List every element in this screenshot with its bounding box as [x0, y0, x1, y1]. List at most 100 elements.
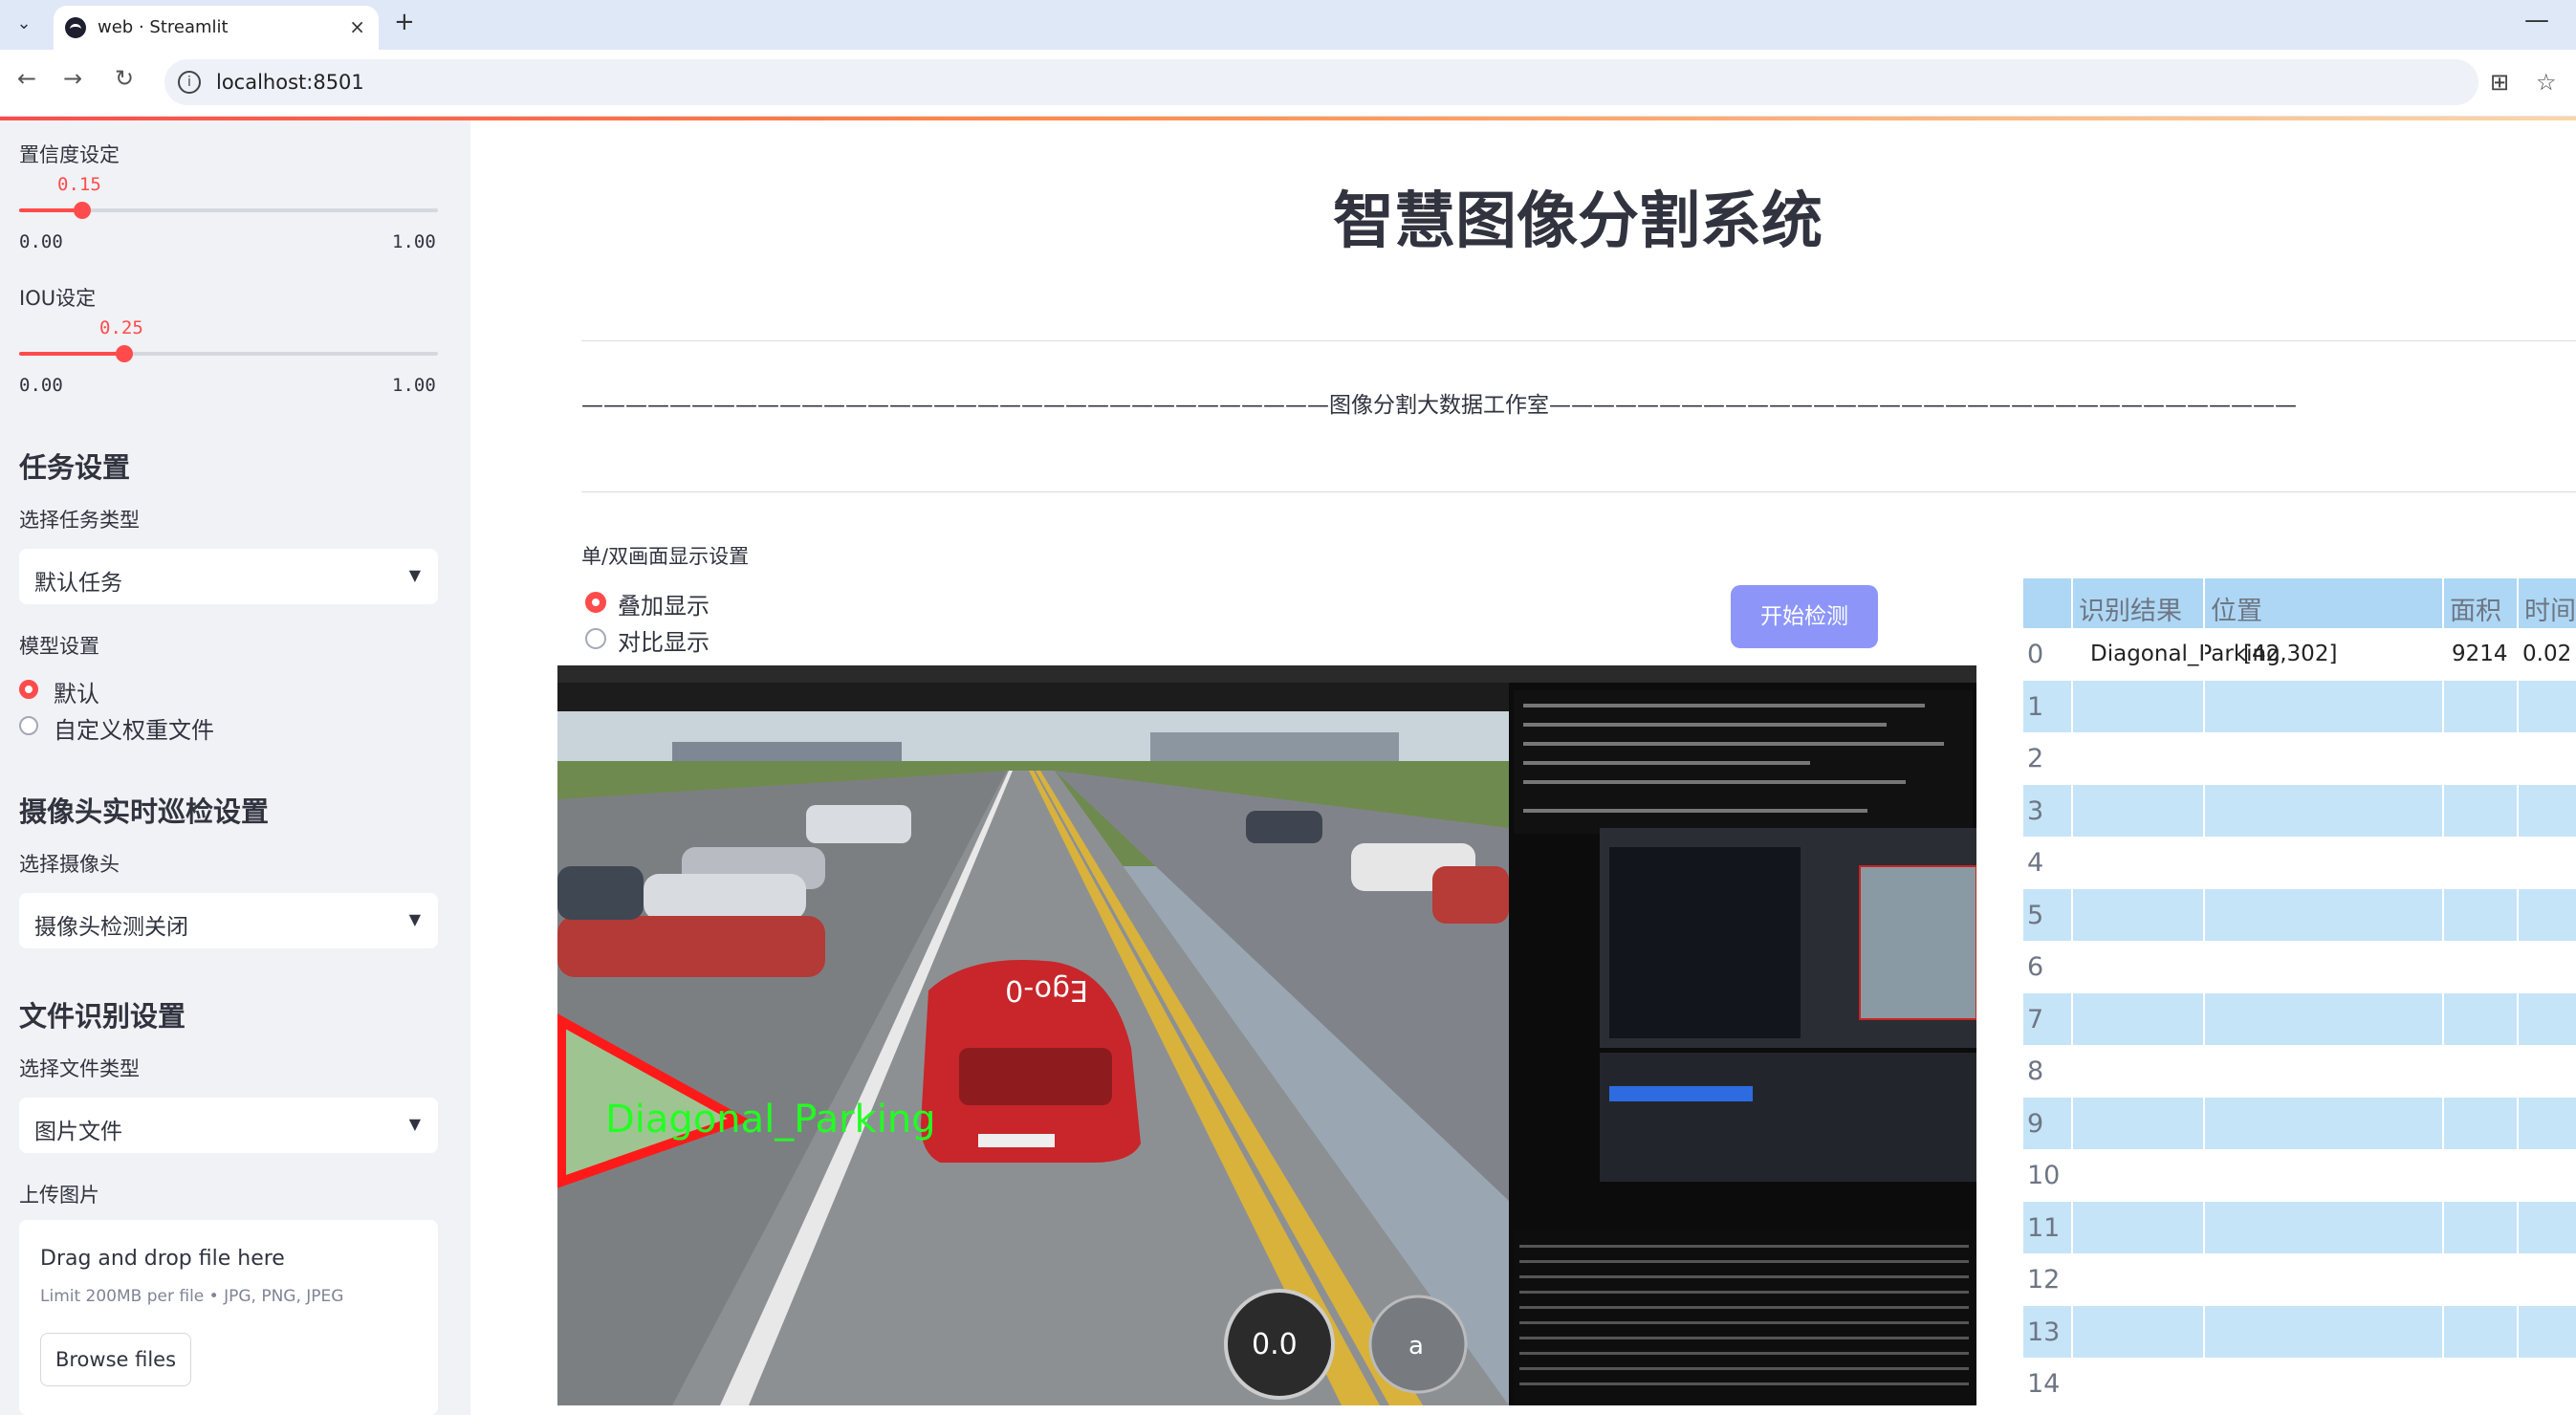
table-row[interactable]: 2 — [2023, 732, 2576, 785]
bookmark-star-icon[interactable]: ☆ — [2536, 69, 2557, 96]
iou-value: 0.25 — [99, 317, 143, 338]
radio-unselected-icon — [585, 628, 606, 649]
table-row[interactable]: 4 — [2023, 837, 2576, 889]
captured-titlebar — [557, 665, 1976, 683]
row-index: 10 — [2027, 1161, 2061, 1190]
iou-min: 0.00 — [19, 375, 63, 396]
column-divider — [2517, 578, 2519, 1410]
row-index: 6 — [2027, 952, 2044, 982]
task-type-select[interactable]: 默认任务 ▼ — [19, 549, 438, 604]
file-type-label: 选择文件类型 — [19, 1057, 140, 1080]
column-divider — [2442, 578, 2444, 1410]
ego-car-rear-window — [959, 1048, 1112, 1105]
display-mode-label: 单/双画面显示设置 — [581, 545, 750, 568]
page-title: 智慧图像分割系统 — [1333, 186, 1823, 257]
ego-car-plate — [978, 1134, 1055, 1147]
minimize-window-button[interactable]: — — [2524, 6, 2549, 34]
terminal-log — [1514, 1230, 1976, 1405]
mini-window-pane — [1609, 847, 1801, 1038]
model-option-label: 默认 — [54, 681, 99, 708]
row-index: 11 — [2027, 1212, 2061, 1243]
row-index: 3 — [2027, 795, 2044, 826]
task-type-value: 默认任务 — [34, 571, 122, 596]
upload-limit-text: Limit 200MB per file • JPG, PNG, JPEG — [40, 1287, 344, 1306]
table-row[interactable]: 14 — [2023, 1358, 2576, 1410]
controls-highlight — [1609, 1086, 1753, 1101]
tab-search-chevron-icon[interactable]: ⌄ — [10, 8, 38, 40]
iou-max: 1.00 — [392, 375, 436, 396]
back-arrow-icon[interactable]: ← — [17, 65, 36, 92]
row-index: 7 — [2027, 1004, 2044, 1034]
task-settings-header: 任务设置 — [19, 451, 131, 484]
table-row[interactable]: 0 Diagonal_Parking [42,302] 9214 0.02 — [2023, 628, 2576, 681]
start-detection-button[interactable]: 开始检测 — [1731, 585, 1878, 648]
url-input[interactable]: i localhost:8501 — [164, 59, 2478, 105]
detection-result-image: Ego-0 Diagonal_Parking 0.0 a — [557, 665, 1976, 1405]
column-header-time[interactable]: 时间 — [2524, 590, 2576, 627]
browser-tab-bar: ⌄ web · Streamlit × + — — [0, 0, 2576, 50]
distant-building — [1150, 732, 1399, 761]
table-row[interactable]: 3 — [2023, 784, 2576, 837]
site-info-icon[interactable]: i — [178, 71, 201, 94]
parked-car — [557, 916, 825, 977]
mini-preview — [1859, 865, 1976, 1020]
table-row[interactable]: 11 — [2023, 1201, 2576, 1253]
file-uploader-dropzone[interactable]: Drag and drop file here Limit 200MB per … — [19, 1220, 438, 1415]
chevron-down-icon: ▼ — [408, 1115, 421, 1133]
distant-building — [672, 742, 902, 763]
row-index: 9 — [2027, 1108, 2044, 1139]
sim-toolbar — [557, 683, 1509, 711]
forward-arrow-icon[interactable]: → — [63, 65, 82, 92]
column-header-area[interactable]: 面积 — [2450, 590, 2501, 627]
browse-files-button[interactable]: Browse files — [40, 1333, 191, 1386]
iou-slider-thumb[interactable] — [115, 345, 133, 362]
studio-banner: ——————————————————————————————————图像分割大数… — [581, 393, 2297, 418]
file-type-select[interactable]: 图片文件 ▼ — [19, 1098, 438, 1153]
confidence-label: 置信度设定 — [19, 143, 120, 166]
column-divider — [2071, 578, 2073, 1410]
camera-select[interactable]: 摄像头检测关闭 ▼ — [19, 893, 438, 948]
task-type-label: 选择任务类型 — [19, 509, 140, 532]
gear-readout: a — [1408, 1332, 1424, 1361]
reload-icon[interactable]: ↻ — [115, 65, 134, 92]
table-row[interactable]: 12 — [2023, 1253, 2576, 1306]
column-divider — [2203, 578, 2205, 1410]
translate-icon[interactable]: ⊞ — [2490, 69, 2509, 96]
row-index: 5 — [2027, 900, 2044, 930]
table-row[interactable]: 8 — [2023, 1045, 2576, 1098]
table-row[interactable]: 10 — [2023, 1149, 2576, 1202]
column-header-position[interactable]: 位置 — [2211, 590, 2262, 627]
cell-area: 9214 — [2452, 642, 2508, 666]
table-row[interactable]: 9 — [2023, 1097, 2576, 1149]
chevron-down-icon: ▼ — [408, 566, 421, 584]
row-index: 4 — [2027, 848, 2044, 878]
table-row[interactable]: 1 — [2023, 680, 2576, 732]
model-option-label: 自定义权重文件 — [54, 717, 214, 744]
tab-title: web · Streamlit — [98, 17, 229, 37]
new-tab-button[interactable]: + — [394, 8, 415, 36]
column-header-result[interactable]: 识别结果 — [2079, 590, 2182, 627]
upload-label: 上传图片 — [19, 1184, 99, 1207]
browser-tab[interactable]: web · Streamlit × — [54, 6, 379, 50]
iou-slider[interactable] — [19, 345, 438, 362]
table-header: 识别结果 位置 面积 时间 — [2023, 578, 2576, 628]
table-row[interactable]: 5 — [2023, 888, 2576, 941]
upload-drag-text: Drag and drop file here — [40, 1247, 285, 1271]
close-tab-icon[interactable]: × — [349, 15, 365, 38]
table-row[interactable]: 6 — [2023, 941, 2576, 993]
camera-settings-header: 摄像头实时巡检设置 — [19, 795, 270, 828]
parked-car — [1246, 811, 1322, 843]
row-index: 12 — [2027, 1265, 2061, 1295]
row-index: 13 — [2027, 1317, 2061, 1347]
divider — [581, 491, 2576, 492]
row-index: 2 — [2027, 744, 2044, 773]
display-option-label: 叠加显示 — [618, 593, 709, 620]
table-row[interactable]: 7 — [2023, 992, 2576, 1045]
radio-unselected-icon — [19, 716, 38, 735]
file-settings-header: 文件识别设置 — [19, 1000, 186, 1033]
iou-label: IOU设定 — [19, 287, 97, 310]
result-scene-svg: Ego-0 Diagonal_Parking 0.0 a — [557, 665, 1976, 1405]
row-index: 8 — [2027, 1056, 2044, 1086]
table-row[interactable]: 13 — [2023, 1305, 2576, 1358]
model-settings-label: 模型设置 — [19, 635, 99, 658]
